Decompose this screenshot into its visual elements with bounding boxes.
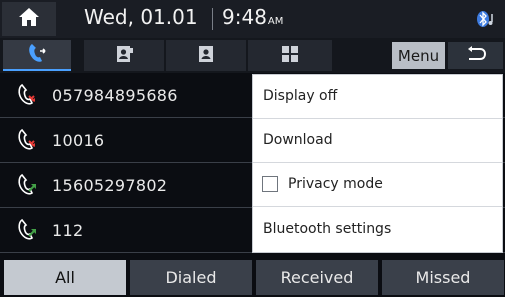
filter-dialed[interactable]: Dialed — [130, 260, 252, 295]
menu-item-label: Download — [263, 132, 333, 148]
tab-contacts[interactable] — [84, 40, 164, 71]
call-number: 15605297802 — [52, 176, 168, 195]
home-button[interactable] — [2, 2, 56, 36]
status-time: 9:48AM — [222, 5, 283, 29]
back-arrow-icon — [465, 45, 487, 67]
menu-item-display-off[interactable]: Display off — [253, 75, 502, 119]
menu-item-label: Bluetooth settings — [263, 221, 392, 237]
menu-item-label: Privacy mode — [288, 176, 383, 192]
phone-screen: Wed, 01.01 9:48AM Menu 057984895686 1001… — [0, 0, 505, 297]
menu-item-label: Display off — [263, 88, 338, 104]
phonebook-icon — [197, 44, 215, 68]
call-number: 112 — [52, 221, 84, 240]
outgoing-call-icon — [16, 218, 38, 246]
bluetooth-audio-icon — [475, 9, 497, 33]
menu-button[interactable]: Menu — [392, 42, 445, 69]
status-bar: Wed, 01.01 9:48AM — [0, 0, 505, 38]
status-divider — [212, 8, 213, 30]
status-date: Wed, 01.01 — [84, 5, 198, 29]
phone-tab-bar: Menu — [0, 38, 505, 73]
call-filter-bar: All Dialed Received Missed — [0, 259, 505, 297]
tab-phonebook[interactable] — [166, 40, 246, 71]
back-button[interactable] — [448, 42, 503, 69]
menu-item-download[interactable]: Download — [253, 119, 502, 163]
privacy-mode-checkbox[interactable] — [262, 176, 278, 192]
call-number: 057984895686 — [52, 86, 178, 105]
status-time-value: 9:48 — [222, 5, 267, 29]
missed-call-icon — [16, 83, 38, 111]
recent-calls-icon — [26, 42, 48, 68]
filter-all[interactable]: All — [4, 260, 126, 295]
tab-keypad[interactable] — [248, 40, 332, 71]
menu-item-privacy-mode[interactable]: Privacy mode — [253, 163, 502, 207]
outgoing-call-icon — [16, 173, 38, 201]
call-number: 10016 — [52, 131, 105, 150]
keypad-icon — [280, 44, 300, 68]
home-icon — [18, 7, 40, 31]
status-ampm: AM — [267, 16, 284, 27]
contacts-icon — [114, 44, 134, 68]
tab-recent-calls[interactable] — [3, 40, 71, 71]
filter-received[interactable]: Received — [256, 260, 378, 295]
filter-missed[interactable]: Missed — [382, 260, 504, 295]
options-menu: Display off Download Privacy mode Blueto… — [252, 74, 503, 253]
missed-call-icon — [16, 128, 38, 156]
menu-item-bluetooth-settings[interactable]: Bluetooth settings — [253, 208, 502, 252]
